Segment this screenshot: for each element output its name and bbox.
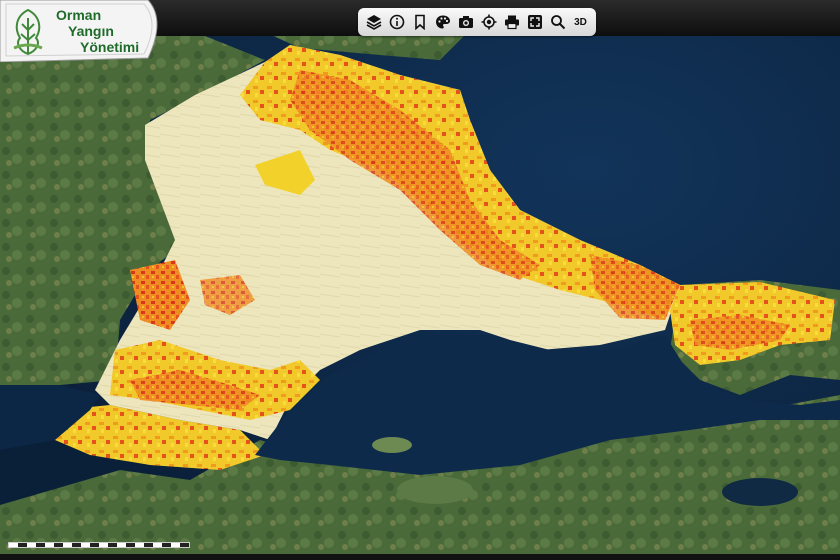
layers-button[interactable] (364, 12, 384, 32)
fullscreen-icon (527, 15, 542, 29)
locate-icon (481, 14, 496, 30)
map-canvas[interactable] (0, 0, 840, 560)
camera-icon (458, 16, 473, 28)
screenshot-button[interactable] (456, 12, 476, 32)
locate-button[interactable] (479, 12, 499, 32)
palette-button[interactable] (433, 12, 453, 32)
search-button[interactable] (548, 12, 568, 32)
info-button[interactable] (387, 12, 407, 32)
info-icon (389, 14, 404, 30)
app-title-line-2: Yangın (68, 23, 114, 39)
app-logo-panel: Orman Yangın Yönetimi (0, 0, 170, 62)
fullscreen-button[interactable] (525, 12, 545, 32)
3d-view-button[interactable]: 3D (571, 12, 591, 32)
layers-icon (366, 15, 381, 30)
map-application: Orman Yangın Yönetimi 3D (0, 0, 840, 560)
marmara-island-small (372, 437, 412, 453)
search-icon (550, 15, 565, 30)
map-toolbar: 3D (358, 8, 596, 36)
marmara-island-large (397, 476, 473, 504)
app-title-line-3: Yönetimi (80, 39, 140, 55)
print-icon (504, 15, 519, 30)
lake-anatolia (722, 478, 798, 506)
bookmark-button[interactable] (410, 12, 430, 32)
app-title-line-1: Orman (56, 7, 102, 23)
scale-strip (8, 542, 190, 548)
tree-logo-icon (13, 8, 43, 56)
bookmark-icon (414, 14, 425, 30)
bottom-bar (0, 554, 840, 560)
print-button[interactable] (502, 12, 522, 32)
map-scale-bar (8, 538, 190, 552)
palette-icon (435, 15, 450, 29)
